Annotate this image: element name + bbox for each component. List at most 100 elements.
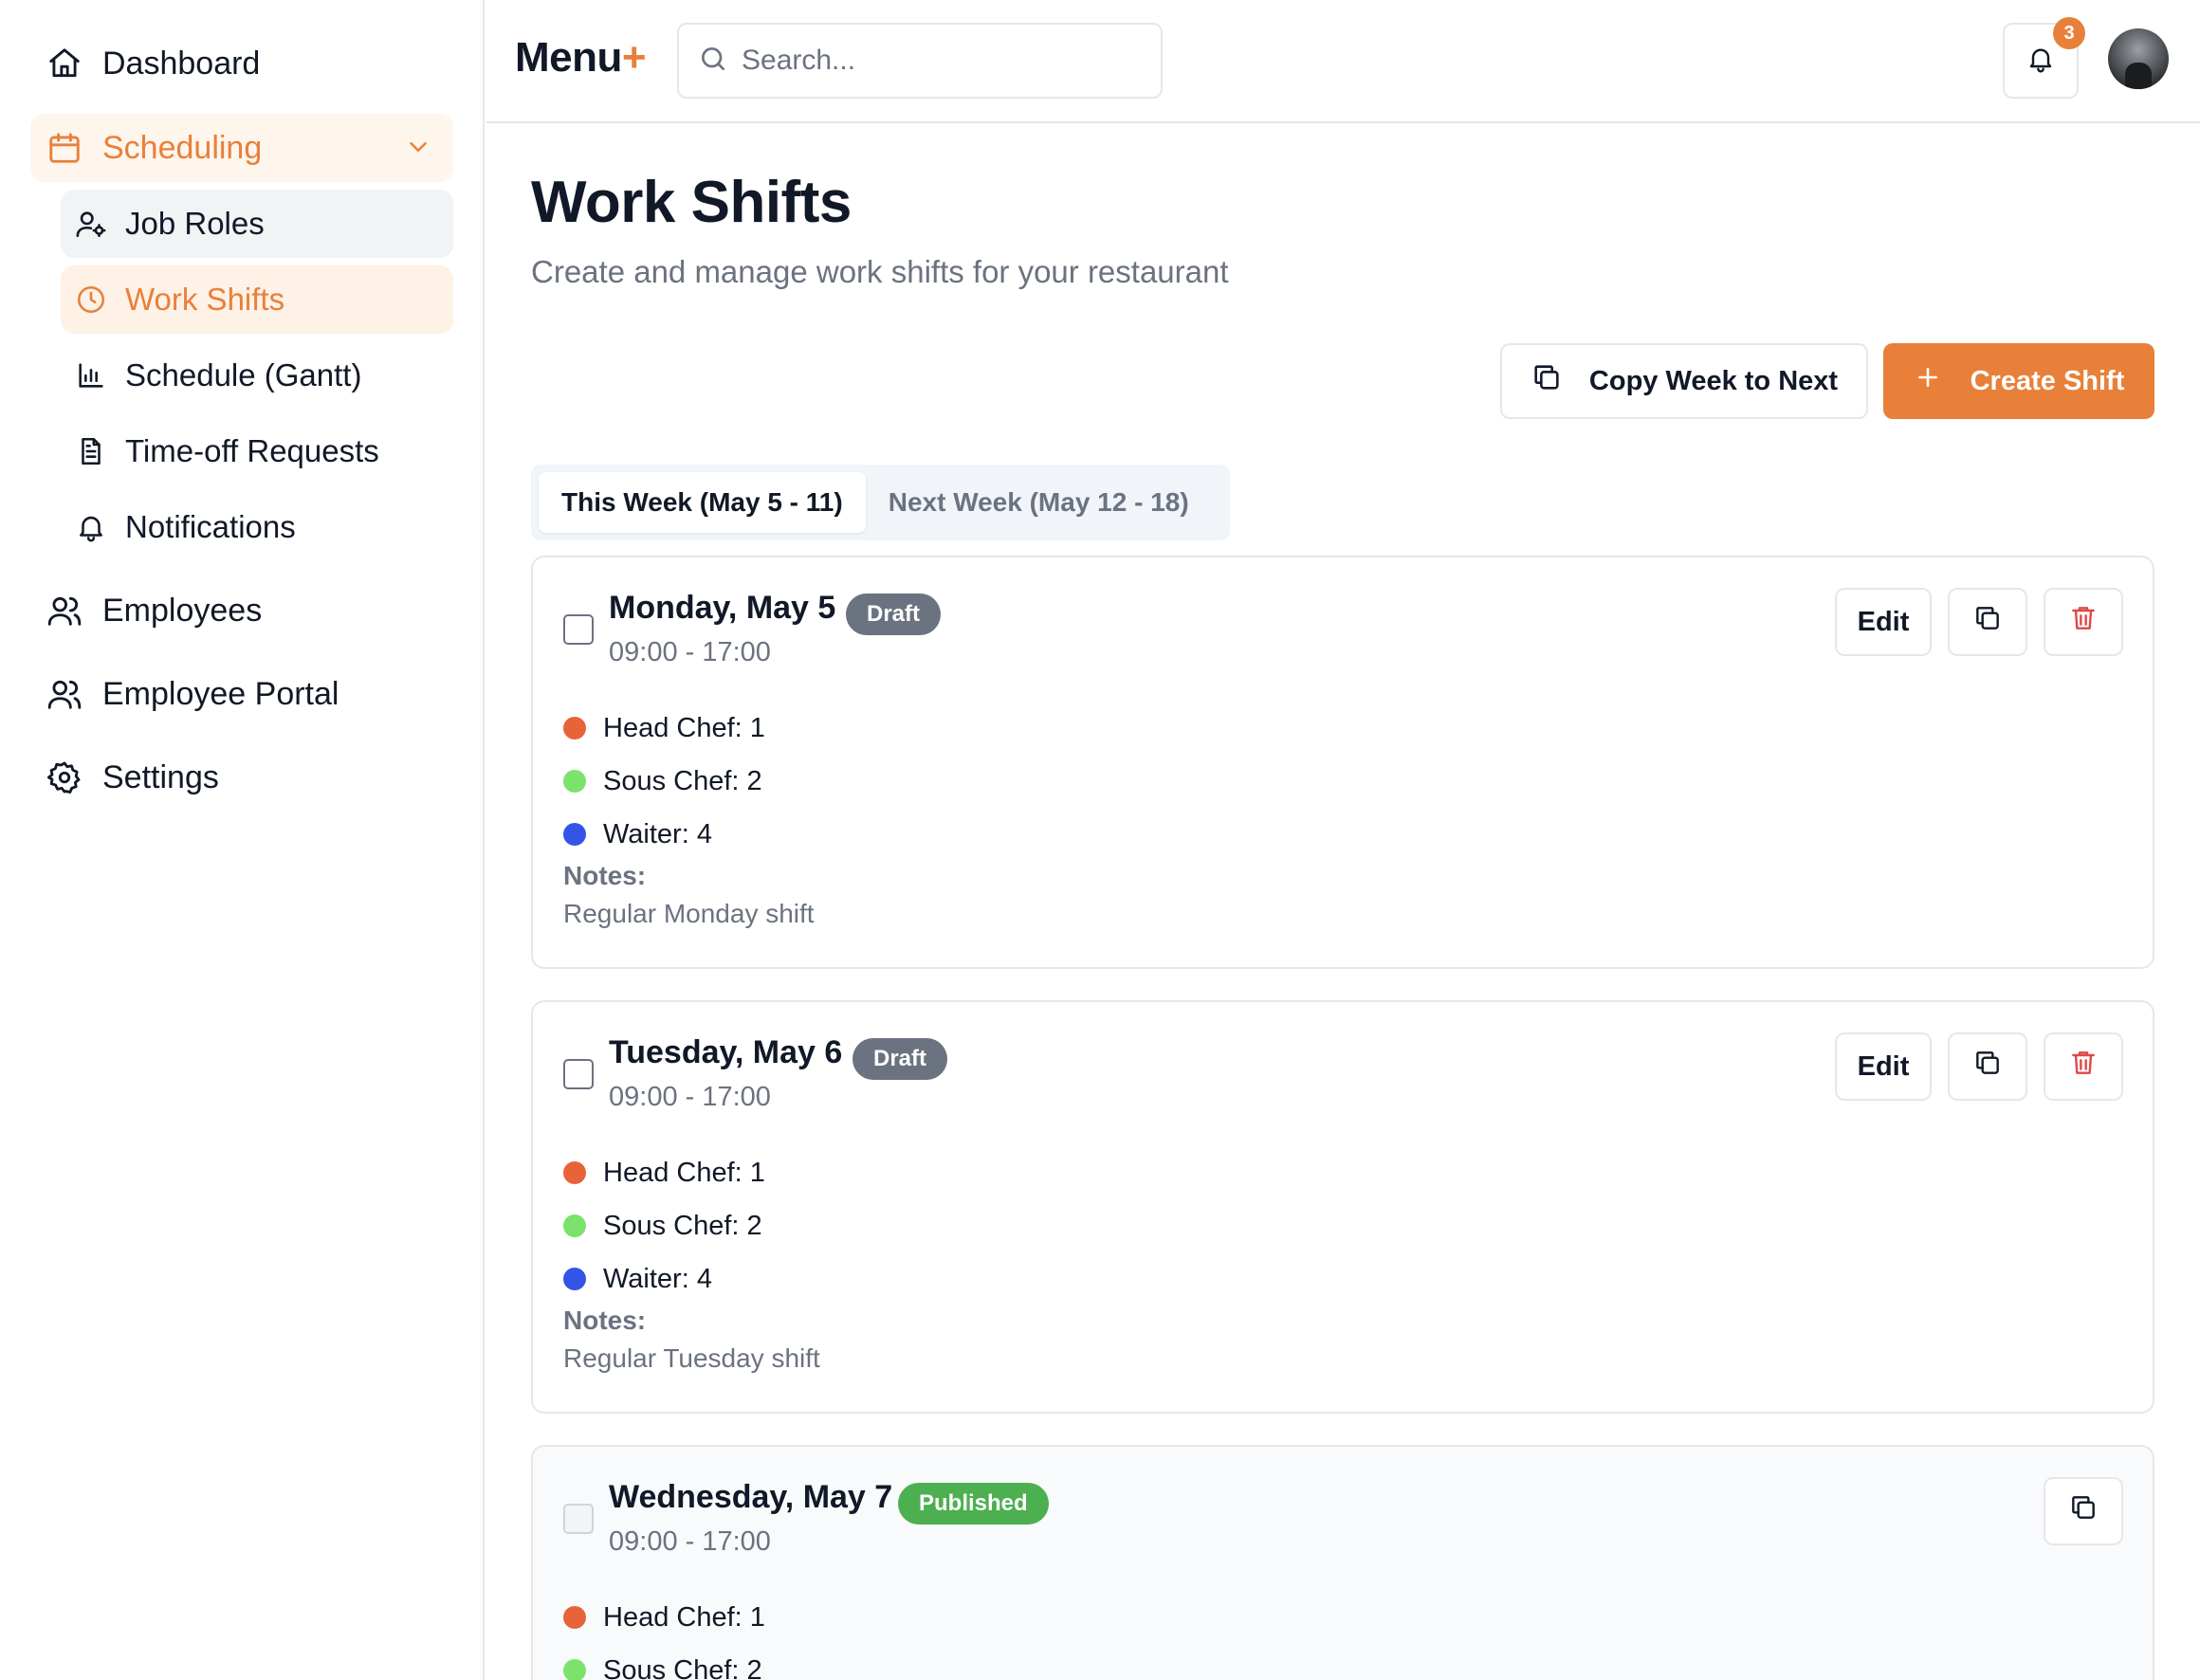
notification-count-badge: 3 (2053, 17, 2085, 49)
copy-icon (1531, 361, 1563, 401)
sidebar-item-dashboard[interactable]: Dashboard (30, 29, 453, 98)
avatar[interactable] (2108, 28, 2169, 89)
bar-chart-icon (74, 358, 108, 393)
sidebar-item-label: Work Shifts (125, 282, 285, 317)
list-item: Waiter: 4 (563, 808, 765, 861)
role-label: Waiter: 4 (603, 818, 712, 849)
bell-icon (2026, 44, 2056, 79)
tab-this-week[interactable]: This Week (May 5 - 11) (539, 472, 866, 533)
edit-button[interactable]: Edit (1835, 1032, 1932, 1101)
notes-label: Notes: (563, 861, 647, 890)
sidebar-item-scheduling[interactable]: Scheduling (30, 114, 453, 182)
sidebar: Dashboard Scheduling Job Roles Work Shif… (0, 0, 485, 1680)
role-list: Head Chef: 1 Sous Chef: 2 Waiter: 4 (563, 702, 765, 861)
shift-card: Tuesday, May 6 Draft 09:00 - 17:00 Head … (531, 1000, 2154, 1414)
edit-button[interactable]: Edit (1835, 588, 1932, 656)
sidebar-item-settings[interactable]: Settings (30, 743, 453, 812)
brand-name: Menu (515, 34, 622, 81)
sidebar-item-label: Employees (102, 592, 263, 629)
sidebar-item-label: Dashboard (102, 45, 261, 82)
calendar-icon (46, 129, 83, 167)
status-badge: Draft (852, 1038, 948, 1080)
sidebar-item-label: Employee Portal (102, 675, 339, 712)
sidebar-item-label: Settings (102, 758, 219, 795)
list-item: Sous Chef: 2 (563, 755, 765, 808)
copy-week-label: Copy Week to Next (1588, 365, 1839, 396)
role-color-dot (563, 770, 586, 793)
week-tabs: This Week (May 5 - 11) Next Week (May 12… (531, 465, 1230, 540)
role-color-dot (563, 1606, 586, 1629)
search-input[interactable] (742, 45, 1140, 77)
copy-week-button[interactable]: Copy Week to Next (1500, 343, 1868, 419)
create-shift-label: Create Shift (1970, 365, 2125, 396)
brand-plus: + (621, 34, 647, 81)
delete-button[interactable] (2044, 1032, 2123, 1101)
role-color-dot (563, 1161, 586, 1184)
status-badge: Published (898, 1483, 1049, 1525)
role-label: Sous Chef: 2 (603, 1654, 762, 1680)
sidebar-item-label: Notifications (125, 509, 296, 544)
sidebar-item-time-off[interactable]: Time-off Requests (61, 417, 453, 485)
gear-icon (46, 758, 83, 796)
list-item: Sous Chef: 2 (563, 1644, 765, 1680)
status-badge: Draft (846, 593, 942, 635)
shift-time: 09:00 - 17:00 (609, 1082, 771, 1112)
users-icon (46, 592, 83, 630)
role-label: Sous Chef: 2 (603, 1210, 762, 1241)
shift-title: Tuesday, May 6 (609, 1034, 843, 1070)
user-cog-icon (74, 207, 108, 241)
delete-button[interactable] (2044, 588, 2123, 656)
bell-icon (74, 510, 108, 544)
sidebar-item-label: Time-off Requests (125, 433, 379, 468)
list-item: Sous Chef: 2 (563, 1199, 765, 1252)
trash-icon (2068, 1048, 2099, 1086)
role-color-dot (563, 1659, 586, 1680)
shift-time: 09:00 - 17:00 (609, 1526, 771, 1557)
sidebar-item-work-shifts[interactable]: Work Shifts (61, 265, 453, 334)
role-label: Head Chef: 1 (603, 712, 765, 743)
shift-card: Monday, May 5 Draft 09:00 - 17:00 Head C… (531, 556, 2154, 969)
shift-card: Wednesday, May 7 Published 09:00 - 17:00… (531, 1445, 2154, 1680)
shift-select-checkbox[interactable] (563, 614, 594, 645)
search-box[interactable] (677, 23, 1163, 99)
role-label: Waiter: 4 (603, 1263, 712, 1294)
role-label: Sous Chef: 2 (603, 765, 762, 796)
shift-title: Monday, May 5 (609, 590, 836, 626)
sidebar-item-schedule-gantt[interactable]: Schedule (Gantt) (61, 341, 453, 410)
create-shift-button[interactable]: Create Shift (1883, 343, 2154, 419)
brand-logo[interactable]: Menu+ (515, 34, 647, 82)
notes-text: Regular Monday shift (563, 899, 815, 928)
sidebar-item-employee-portal[interactable]: Employee Portal (30, 660, 453, 728)
role-label: Head Chef: 1 (603, 1157, 765, 1188)
copy-icon (2068, 1492, 2099, 1530)
copy-icon (1972, 603, 2003, 641)
list-item: Head Chef: 1 (563, 1591, 765, 1644)
role-color-dot (563, 717, 586, 740)
role-color-dot (563, 1214, 586, 1237)
tab-next-week[interactable]: Next Week (May 12 - 18) (866, 472, 1212, 533)
duplicate-button[interactable] (1948, 588, 2027, 656)
users-icon (46, 675, 83, 713)
sidebar-item-label: Job Roles (125, 206, 265, 241)
sidebar-item-label: Scheduling (102, 129, 263, 166)
file-text-icon (74, 434, 108, 468)
role-color-dot (563, 1268, 586, 1290)
shift-title: Wednesday, May 7 (609, 1479, 893, 1515)
role-list: Head Chef: 1 Sous Chef: 2 (563, 1591, 765, 1680)
top-header: Menu+ 3 (486, 0, 2200, 123)
role-list: Head Chef: 1 Sous Chef: 2 Waiter: 4 (563, 1146, 765, 1306)
role-label: Head Chef: 1 (603, 1601, 765, 1633)
home-icon (46, 45, 83, 82)
shift-select-checkbox (563, 1504, 594, 1534)
duplicate-button[interactable] (1948, 1032, 2027, 1101)
clock-icon (74, 283, 108, 317)
sidebar-item-employees[interactable]: Employees (30, 576, 453, 645)
duplicate-button[interactable] (2044, 1477, 2123, 1545)
list-item: Head Chef: 1 (563, 702, 765, 755)
search-icon (698, 44, 728, 79)
trash-icon (2068, 603, 2099, 641)
sidebar-item-notifications[interactable]: Notifications (61, 493, 453, 561)
role-color-dot (563, 823, 586, 846)
sidebar-item-job-roles[interactable]: Job Roles (61, 190, 453, 258)
shift-select-checkbox[interactable] (563, 1059, 594, 1089)
